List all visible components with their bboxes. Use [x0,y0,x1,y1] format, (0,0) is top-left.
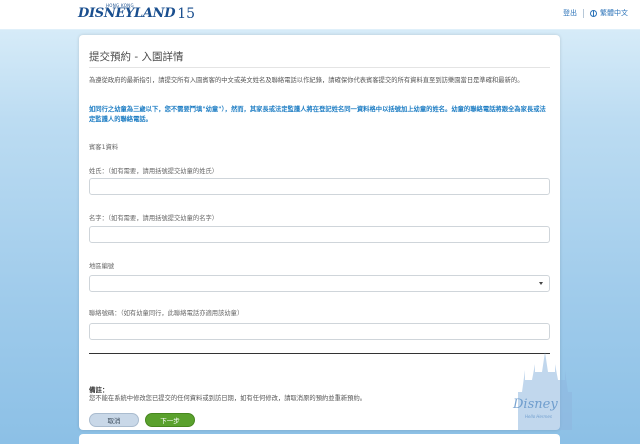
child-guest-notice: 如同行之幼童為三歲以下，您不需要鬥填"幼童"），然而，其家長或法定監護人將在登記… [89,106,546,123]
page-title: 提交預約 - 入園詳情 [89,51,184,63]
details-form-card: 提交預約 - 入園詳情 為遵從政府的最新指引，請提交所有入園賓客的中文或英文姓名… [79,35,560,430]
next-card-edge [79,434,560,444]
logout-link[interactable]: 登出 [563,8,577,18]
globe-icon [590,9,597,17]
form-divider [89,353,550,354]
title-divider [89,67,550,68]
logo-hong-kong-text: HONG KONG [106,3,134,8]
phone-input[interactable] [89,323,550,340]
hong-kong-disneyland-logo[interactable]: DISNEYLAND 15 [78,4,195,24]
guest-section-heading: 賓客1資料 [89,144,119,151]
top-bar: DISNEYLAND 15 HONG KONG 登出 繁體中文 [0,0,640,29]
surname-input[interactable] [89,178,550,195]
logo-anniversary-number: 15 [177,6,196,22]
instructions-text: 為遵從政府的最新指引，請提交所有入園賓客的中文或英文姓名及聯絡電話以作紀錄，請確… [89,77,524,84]
given-name-input[interactable] [89,226,550,243]
next-button[interactable]: 下一步 [145,413,195,427]
phone-label: 聯絡號碼：（如有幼童同行，此聯絡電話亦適用該幼童） [89,310,244,317]
watermark-text: Disney [513,397,558,412]
note-text: 您不能在系統中修改您已提交的任何資料或到訪日期，如有任何修改，請取消原的預約並重… [89,395,367,402]
area-code-select[interactable] [89,275,550,292]
area-code-label: 地區編號 [89,263,115,270]
chevron-down-icon [539,282,543,285]
cancel-button[interactable]: 取消 [89,413,139,427]
watermark-subtext: Hello Hermes [525,414,552,419]
link-divider [583,8,584,18]
surname-label: 姓氏：（如有需要，請用括號提交幼童的姓氏） [89,168,219,175]
given-name-label: 名字：（如有需要，請用括號提交幼童的名字） [89,215,219,222]
language-link[interactable]: 繁體中文 [600,8,628,18]
top-links: 登出 繁體中文 [563,8,628,18]
